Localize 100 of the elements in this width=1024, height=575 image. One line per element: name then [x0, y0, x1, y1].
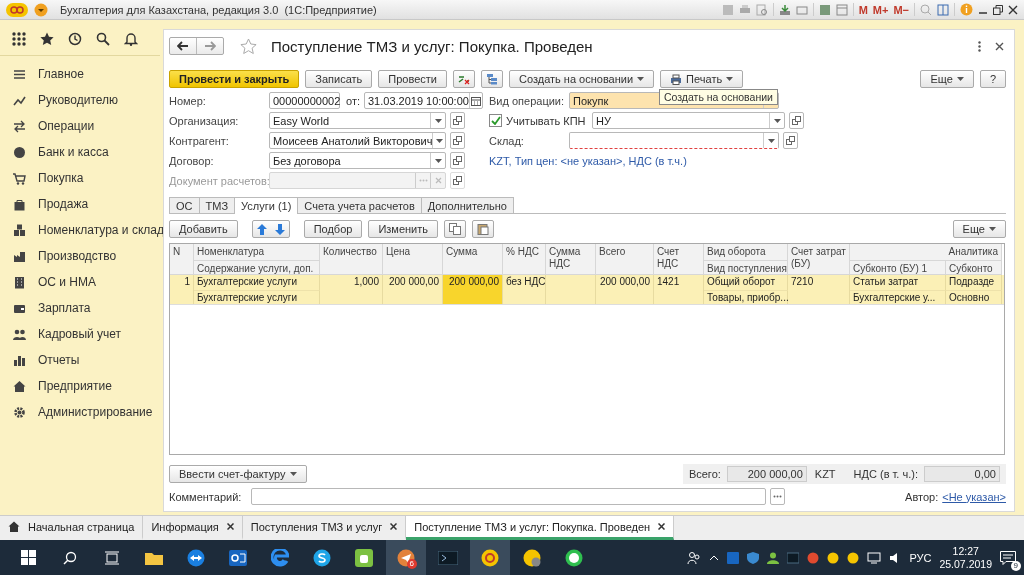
- sidebar-item-label[interactable]: Администрирование: [38, 405, 153, 419]
- sidebar-item-label[interactable]: Номенклатура и склад: [38, 223, 164, 237]
- close-icon[interactable]: [390, 523, 398, 530]
- forward-arrow-icon[interactable]: [204, 41, 216, 51]
- column-header[interactable]: % НДС: [503, 244, 546, 275]
- tray-app-icon[interactable]: [807, 551, 820, 564]
- column-header[interactable]: Количество: [320, 244, 383, 275]
- folder-icon[interactable]: [145, 550, 163, 565]
- sidebar-item[interactable]: Продажа: [0, 191, 160, 217]
- sidebar-item[interactable]: Руководителю: [0, 87, 160, 113]
- more-vertical-icon[interactable]: [978, 40, 981, 52]
- tab[interactable]: Услуги (1): [234, 197, 299, 214]
- search-icon[interactable]: [63, 550, 77, 565]
- people-icon[interactable]: [687, 550, 702, 565]
- add-button[interactable]: Добавить: [169, 220, 238, 238]
- sidebar-item-label[interactable]: Предприятие: [38, 379, 112, 393]
- memory-button[interactable]: M: [858, 3, 868, 16]
- task-view-icon[interactable]: [105, 550, 119, 565]
- chevron-up-icon[interactable]: [709, 554, 720, 561]
- column-header[interactable]: Сумма: [443, 244, 503, 275]
- sidebar-item[interactable]: Производство: [0, 243, 160, 269]
- post-and-close-button[interactable]: Провести и закрыть: [169, 70, 300, 88]
- table-more-button[interactable]: Еще: [952, 220, 1006, 238]
- close-icon[interactable]: [658, 523, 666, 530]
- sidebar-item-label[interactable]: ОС и НМА: [38, 275, 97, 289]
- select-field[interactable]: Без договора: [269, 152, 446, 169]
- column-header[interactable]: N: [170, 244, 194, 275]
- select-field[interactable]: НУ: [592, 112, 785, 129]
- post-button[interactable]: Провести: [378, 70, 447, 88]
- shield-icon[interactable]: [747, 551, 760, 564]
- column-header[interactable]: Счет НДС: [654, 244, 704, 275]
- star-icon[interactable]: [40, 32, 54, 46]
- column-header[interactable]: Всего: [596, 244, 654, 275]
- download-icon[interactable]: [778, 3, 791, 16]
- comment-field[interactable]: [251, 488, 766, 505]
- create-based-on-button[interactable]: Создать на основании: [509, 70, 655, 88]
- sidebar-item[interactable]: Администрирование: [0, 399, 160, 425]
- start-icon[interactable]: [20, 550, 36, 565]
- checkbox[interactable]: [489, 114, 502, 127]
- tab[interactable]: Дополнительно: [420, 197, 514, 213]
- person-icon[interactable]: [767, 551, 780, 564]
- preview-icon[interactable]: [755, 3, 768, 16]
- sidebar-item-label[interactable]: Отчеты: [38, 353, 80, 367]
- column-header[interactable]: Номенклатура: [194, 244, 320, 261]
- history-icon[interactable]: [68, 32, 82, 46]
- date-field[interactable]: 31.03.2019 10:00:00: [364, 92, 483, 109]
- print-button[interactable]: Печать: [660, 70, 744, 88]
- sidebar-item[interactable]: Кадровый учет: [0, 321, 160, 347]
- column-header[interactable]: Субконто: [946, 261, 1002, 275]
- move-down-icon[interactable]: [274, 223, 285, 235]
- clock[interactable]: 12:27 25.07.2019: [939, 544, 992, 571]
- close-icon[interactable]: [1008, 4, 1018, 15]
- apps-grid-icon[interactable]: [12, 32, 26, 46]
- sidebar-item[interactable]: Операции: [0, 113, 160, 139]
- tab[interactable]: Счета учета расчетов: [297, 197, 422, 213]
- paste-button[interactable]: [472, 220, 494, 238]
- sidebar-item[interactable]: Отчеты: [0, 347, 160, 373]
- memory-button[interactable]: M+: [872, 3, 889, 16]
- move-up-icon[interactable]: [256, 223, 267, 235]
- sidebar-item[interactable]: Покупка: [0, 165, 160, 191]
- language-indicator[interactable]: РУС: [909, 551, 932, 564]
- select-field[interactable]: Easy World: [269, 112, 446, 129]
- restore-icon[interactable]: [993, 4, 1003, 15]
- sidebar-item[interactable]: Главное: [0, 61, 160, 87]
- browser-icon[interactable]: [271, 548, 289, 567]
- sidebar-item-label[interactable]: Продажа: [38, 197, 89, 211]
- more-button[interactable]: Еще: [920, 70, 974, 88]
- app-icon[interactable]: [523, 548, 541, 567]
- edit-button[interactable]: Изменить: [368, 220, 438, 238]
- copy-button[interactable]: [444, 220, 466, 238]
- sidebar-item[interactable]: ОС и НМА: [0, 269, 160, 295]
- sidebar-item-label[interactable]: Руководителю: [38, 93, 119, 107]
- sidebar-item-label[interactable]: Операции: [38, 119, 95, 133]
- sidebar-item-label[interactable]: Производство: [38, 249, 117, 263]
- search-icon[interactable]: [96, 32, 110, 46]
- enter-invoice-button[interactable]: Ввести счет-фактуру: [169, 465, 307, 483]
- sidebar-item[interactable]: Банк и касса: [0, 139, 160, 165]
- price-settings-link[interactable]: KZT, Тип цен: <не указан>, НДС (в т.ч.): [489, 154, 687, 167]
- paper-plane-icon[interactable]: [397, 548, 415, 567]
- menu-dropdown-icon[interactable]: [34, 2, 48, 17]
- tray-app-icon[interactable]: [827, 551, 840, 564]
- action-center-icon[interactable]: [1000, 550, 1016, 565]
- journal-button[interactable]: [453, 70, 475, 88]
- bell-icon[interactable]: [124, 32, 138, 46]
- terminal-icon[interactable]: [438, 550, 458, 565]
- panels-icon[interactable]: [937, 3, 949, 16]
- sidebar-item-label[interactable]: Зарплата: [38, 301, 91, 315]
- sidebar-item[interactable]: Предприятие: [0, 373, 160, 399]
- structure-button[interactable]: [481, 70, 503, 88]
- author-link[interactable]: <Не указан>: [942, 490, 1006, 503]
- favorite-star-icon[interactable]: [240, 37, 257, 55]
- back-arrow-icon[interactable]: [177, 41, 189, 51]
- tab[interactable]: ОС: [169, 197, 200, 213]
- window-tab[interactable]: Поступление ТМЗ и услуг: Покупка. Проведен: [406, 516, 675, 540]
- number-field[interactable]: 00000000002: [269, 92, 340, 109]
- select-field[interactable]: [569, 132, 779, 149]
- sidebar-item-label[interactable]: Главное: [38, 67, 84, 81]
- column-header[interactable]: Цена: [383, 244, 443, 275]
- column-header[interactable]: Счет затрат (БУ): [788, 244, 850, 275]
- column-header[interactable]: Вид оборота: [704, 244, 788, 261]
